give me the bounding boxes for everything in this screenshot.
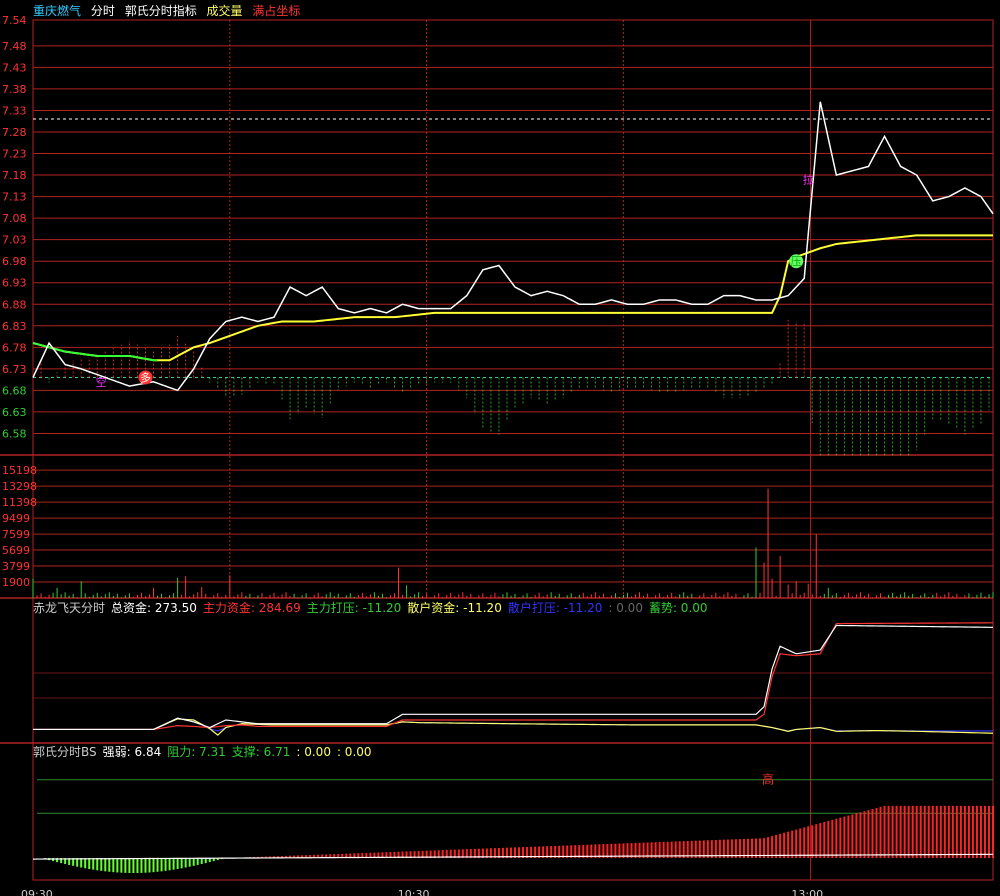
price-tick-label: 7.54: [2, 14, 27, 27]
indicator-label[interactable]: 郭氏分时指标: [125, 4, 197, 18]
volume-tick-label: 1900: [2, 576, 30, 589]
total-fund-line: [33, 624, 994, 731]
price-tick-label: 6.83: [2, 320, 27, 333]
fund-legend-item: 散户打压: -11.20: [507, 601, 603, 615]
price-tick-label: 7.33: [2, 104, 27, 117]
price-tick-label: 6.73: [2, 363, 27, 376]
full-axis-label[interactable]: 满占坐标: [252, 4, 300, 18]
bs-legend: 郭氏分时BS 强弱: 6.84 阻力: 7.31 支撑: 6.71 : 0.00 : 0.…: [33, 745, 378, 759]
annotation-label: 拉: [803, 172, 814, 186]
bs-legend-item: 强弱: 6.84: [102, 745, 162, 759]
fund-legend-item: 主力打压: -11.20: [306, 601, 402, 615]
mode-label[interactable]: 分时: [91, 4, 115, 18]
volume-label[interactable]: 成交量: [207, 4, 243, 18]
stock-name[interactable]: 重庆燃气: [33, 4, 81, 18]
retail-press-line: [33, 718, 993, 732]
price-tick-label: 7.48: [2, 40, 27, 53]
volume-tick-label: 7599: [2, 528, 30, 541]
price-tick-label: 7.28: [2, 126, 27, 139]
bs-high-label: 高: [762, 772, 774, 787]
retail-fund-line: [33, 718, 994, 736]
bs-legend-item: 阻力: 7.31: [167, 745, 226, 759]
volume-tick-label: 13298: [2, 480, 37, 493]
price-tick-label: 6.58: [2, 427, 27, 440]
volume-tick-label: 3799: [2, 560, 30, 573]
price-tick-label: 6.88: [2, 298, 27, 311]
stock-chart[interactable]: 7.54 7.48 7.43 7.38 7.33 7.28 7.23 7.18 7.13 7.08…: [0, 0, 1000, 896]
annotation-label: 多: [140, 370, 151, 384]
bs-legend-item: : 0.00: [336, 745, 372, 759]
fund-legend-item: 散户资金: -11.20: [407, 601, 502, 615]
main-fund-line: [33, 622, 994, 731]
fund-legend: 赤龙飞天分时 总资金: 273.50 主力资金: 284.69 主力打压: -11.2…: [33, 601, 714, 615]
price-tick-label: 7.08: [2, 212, 27, 225]
bs-legend-item: 郭氏分时BS: [33, 745, 97, 759]
fund-legend-item: 总资金: 273.50: [111, 601, 197, 615]
price-tick-label: 7.13: [2, 191, 27, 204]
fund-legend-item: 蓄势: 0.00: [648, 601, 708, 615]
price-tick-label: 6.98: [2, 255, 27, 268]
avg-price-line: [32, 234, 993, 362]
price-tick-label: 7.43: [2, 61, 27, 74]
bs-legend-item: 支撑: 6.71: [231, 745, 291, 759]
time-axis-label: 10:30: [398, 888, 430, 896]
fund-legend-item: 赤龙飞天分时: [33, 601, 106, 615]
time-axis-label: 09:30: [21, 888, 53, 896]
price-tick-label: 6.78: [2, 341, 27, 354]
price-tick-label: 7.03: [2, 234, 27, 247]
time-axis-label: 13:00: [791, 888, 823, 896]
fund-legend-item: : 0.00: [608, 601, 643, 615]
price-tick-label: 7.38: [2, 83, 27, 96]
annotation-label: 空: [96, 375, 107, 389]
volume-tick-label: 15198: [2, 464, 37, 477]
price-tick-label: 7.23: [2, 148, 27, 161]
volume-tick-label: 9499: [2, 512, 30, 525]
price-tick-label: 6.63: [2, 406, 27, 419]
fund-legend-item: 主力资金: 284.69: [202, 601, 301, 615]
price-tick-label: 6.68: [2, 384, 27, 397]
volume-tick-label: 5699: [2, 544, 30, 557]
chart-header: 重庆燃气 分时 郭氏分时指标 成交量 满占坐标: [33, 4, 306, 18]
bs-legend-item: : 0.00: [296, 745, 331, 759]
price-tick-label: 6.93: [2, 277, 27, 290]
price-tick-label: 7.18: [2, 169, 27, 182]
volume-tick-label: 11398: [2, 496, 37, 509]
annotation-label: 压: [791, 255, 802, 268]
